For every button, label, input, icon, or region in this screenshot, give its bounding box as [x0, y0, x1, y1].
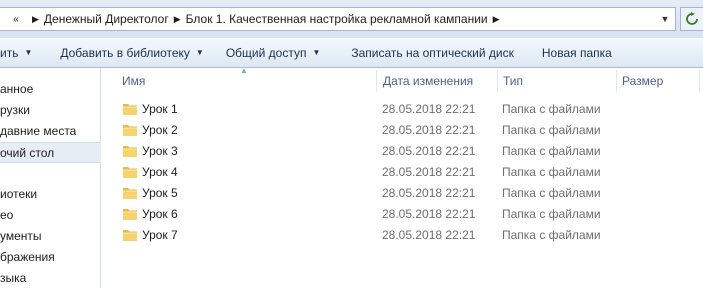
file-type: Папка с файлами: [502, 123, 601, 137]
folder-icon: [123, 125, 137, 136]
chevron-down-icon[interactable]: ▼: [655, 8, 675, 30]
file-date-modified: 28.05.2018 22:21: [382, 228, 476, 242]
nav-item-music[interactable]: зыка: [0, 268, 101, 288]
nav-item-videos[interactable]: ео: [0, 205, 101, 226]
file-type: Папка с файлами: [502, 165, 601, 179]
column-header-date-modified[interactable]: Дата изменения: [383, 70, 473, 92]
file-name: Урок 2: [142, 123, 178, 137]
chevron-down-icon: ▼: [312, 48, 321, 57]
burn-label: Записать на оптический диск: [351, 45, 514, 60]
breadcrumb-item[interactable]: Денежный Директолог: [44, 12, 169, 26]
address-bar-row: « ▶ Денежный Директолог ▶ Блок 1. Качест…: [0, 0, 703, 38]
breadcrumb-separator-icon[interactable]: ▶: [30, 8, 44, 30]
refresh-icon: [686, 12, 698, 25]
file-type: Папка с файлами: [502, 207, 601, 221]
breadcrumb-overflow-chevron[interactable]: «: [0, 8, 30, 30]
file-date-modified: 28.05.2018 22:21: [382, 186, 476, 200]
column-header-type[interactable]: Тип: [503, 70, 523, 92]
command-bar: ить ▼ Добавить в библиотеку ▼ Общий дост…: [0, 38, 703, 68]
file-type: Папка с файлами: [502, 144, 601, 158]
file-row[interactable]: Урок 3 28.05.2018 22:21 Папка с файлами: [102, 141, 703, 162]
file-row[interactable]: Урок 2 28.05.2018 22:21 Папка с файлами: [102, 120, 703, 141]
breadcrumb-separator-icon[interactable]: ▶: [488, 8, 505, 30]
add-to-library-label: Добавить в библиотеку: [60, 45, 190, 60]
new-folder-label: Новая папка: [541, 45, 612, 60]
folder-icon: [123, 230, 137, 241]
organize-button[interactable]: ить ▼: [0, 42, 32, 64]
file-date-modified: 28.05.2018 22:21: [382, 123, 476, 137]
column-divider[interactable]: [616, 70, 617, 92]
share-label: Общий доступ: [225, 45, 307, 60]
add-to-library-button[interactable]: Добавить в библиотеку ▼: [60, 42, 203, 64]
file-row[interactable]: Урок 4 28.05.2018 22:21 Папка с файлами: [102, 162, 703, 183]
file-row[interactable]: Урок 5 28.05.2018 22:21 Папка с файлами: [102, 183, 703, 204]
column-divider[interactable]: [497, 70, 498, 92]
nav-item-documents[interactable]: ументы: [0, 226, 101, 247]
file-type: Папка с файлами: [502, 186, 601, 200]
file-name: Урок 1: [142, 102, 178, 116]
file-name: Урок 5: [142, 186, 178, 200]
chevron-down-icon: ▼: [195, 48, 204, 57]
folder-icon: [123, 146, 137, 157]
column-divider[interactable]: [376, 70, 377, 92]
file-name: Урок 6: [142, 207, 178, 221]
folder-icon: [123, 104, 137, 115]
file-row[interactable]: Урок 6 28.05.2018 22:21 Папка с файлами: [102, 204, 703, 225]
breadcrumb-item[interactable]: Блок 1. Качественная настройка рекламной…: [186, 12, 488, 26]
nav-item-desktop[interactable]: очий стол: [0, 142, 101, 163]
nav-item-favorites[interactable]: анное: [0, 79, 101, 100]
column-header-size[interactable]: Размер: [622, 70, 663, 92]
address-bar[interactable]: « ▶ Денежный Директолог ▶ Блок 1. Качест…: [0, 7, 676, 31]
column-divider[interactable]: [699, 70, 700, 92]
file-name: Урок 7: [142, 228, 178, 242]
file-date-modified: 28.05.2018 22:21: [382, 207, 476, 221]
file-row[interactable]: Урок 1 28.05.2018 22:21 Папка с файлами: [102, 99, 703, 120]
file-type: Папка с файлами: [502, 228, 601, 242]
chevron-down-icon: ▼: [24, 48, 33, 57]
file-date-modified: 28.05.2018 22:21: [382, 102, 476, 116]
folder-icon: [123, 167, 137, 178]
nav-item-pictures[interactable]: бражения: [0, 247, 101, 268]
organize-label: ить: [0, 45, 19, 60]
refresh-button[interactable]: [680, 7, 703, 31]
file-name: Урок 3: [142, 144, 178, 158]
share-button[interactable]: Общий доступ ▼: [226, 42, 321, 64]
file-type: Папка с файлами: [502, 102, 601, 116]
breadcrumb-separator-icon[interactable]: ▶: [169, 8, 186, 30]
navigation-pane: анное рузки давние места очий стол иотек…: [0, 68, 101, 288]
nav-item-recent-places[interactable]: давние места: [0, 121, 101, 142]
folder-icon: [123, 188, 137, 199]
sort-ascending-icon: ▲: [240, 66, 248, 75]
file-row[interactable]: Урок 7 28.05.2018 22:21 Папка с файлами: [102, 225, 703, 246]
folder-icon: [123, 209, 137, 220]
nav-item-downloads[interactable]: рузки: [0, 100, 101, 121]
column-header-name[interactable]: Имя: [122, 70, 145, 92]
file-name: Урок 4: [142, 165, 178, 179]
new-folder-button[interactable]: Новая папка: [542, 42, 612, 64]
file-date-modified: 28.05.2018 22:21: [382, 165, 476, 179]
nav-item-libraries[interactable]: иотеки: [0, 184, 101, 205]
burn-to-disc-button[interactable]: Записать на оптический диск: [351, 42, 514, 64]
file-date-modified: 28.05.2018 22:21: [382, 144, 476, 158]
